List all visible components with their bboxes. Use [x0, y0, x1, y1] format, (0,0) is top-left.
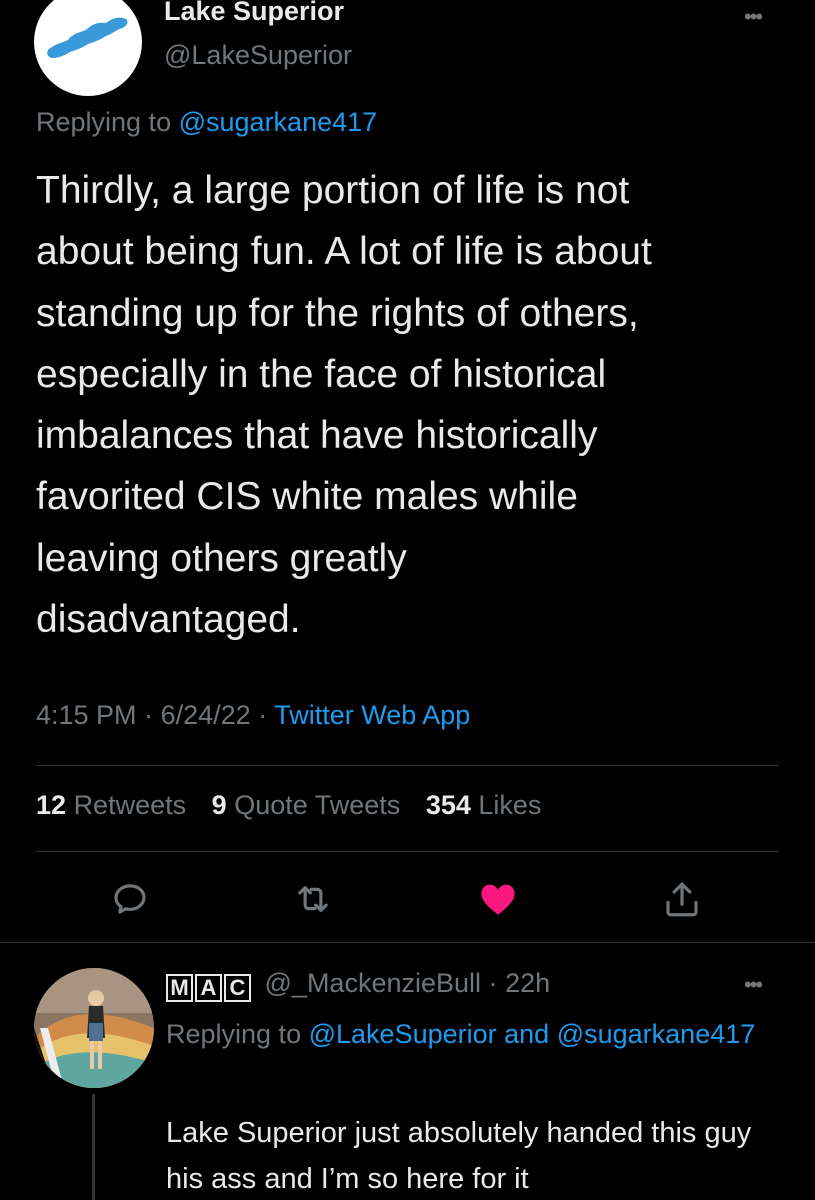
- thread-line: [92, 1094, 95, 1200]
- replying-to: Replying to @sugarkane417: [36, 107, 377, 138]
- divider: [36, 851, 779, 852]
- more-dots-icon[interactable]: •••: [744, 4, 763, 30]
- avatar-photo: [34, 968, 154, 1088]
- likes-label: Likes: [478, 790, 542, 820]
- meta-separator: ·: [144, 700, 154, 730]
- retweets-label: Retweets: [73, 790, 187, 820]
- mention-and: and: [504, 1019, 550, 1049]
- mac-logo-icon: MAC: [166, 974, 251, 1002]
- user-handle[interactable]: @LakeSuperior: [164, 40, 352, 71]
- retweets-count: 12: [36, 790, 67, 820]
- mention-link[interactable]: @sugarkane417: [179, 107, 378, 137]
- reply-time[interactable]: 22h: [505, 968, 550, 998]
- reply-header: MAC @_MackenzieBull · 22h: [166, 968, 550, 1002]
- replying-prefix: Replying to: [36, 107, 172, 137]
- meta-separator: ·: [488, 968, 498, 998]
- tweet-text: Thirdly, a large portion of life is not …: [36, 169, 652, 642]
- tweet-stats: 12 Retweets 9 Quote Tweets 354 Likes: [36, 790, 541, 821]
- retweet-icon: [298, 886, 328, 912]
- mention-link[interactable]: @sugarkane417: [557, 1019, 756, 1049]
- replying-prefix: Replying to: [166, 1019, 302, 1049]
- quotes-count: 9: [211, 790, 227, 820]
- retweet-button[interactable]: [289, 875, 337, 923]
- reply-handle[interactable]: @_MackenzieBull: [265, 968, 482, 998]
- reply-button[interactable]: [106, 875, 154, 923]
- likes-count: 354: [425, 790, 471, 820]
- divider: [36, 765, 779, 766]
- share-button[interactable]: [658, 875, 706, 923]
- share-icon: [666, 882, 698, 917]
- logo-letter: A: [195, 974, 222, 1002]
- meta-separator: ·: [258, 700, 268, 730]
- tweet-date[interactable]: 6/24/22: [161, 700, 251, 730]
- reply-avatar[interactable]: [34, 968, 154, 1088]
- logo-letter: M: [166, 974, 193, 1002]
- tweet-meta: 4:15 PM · 6/24/22 · Twitter Web App: [36, 700, 470, 731]
- tweet-source[interactable]: Twitter Web App: [274, 700, 470, 730]
- more-dots-icon[interactable]: •••: [744, 972, 763, 998]
- quotes-stat[interactable]: 9 Quote Tweets: [212, 790, 401, 820]
- logo-letter: C: [224, 974, 251, 1002]
- heart-icon: [481, 884, 515, 915]
- reply-text: Lake Superior just absolutely handed thi…: [166, 1117, 752, 1195]
- reply-replying-to: Replying to @LakeSuperior and @sugarkane…: [166, 1011, 766, 1057]
- like-button[interactable]: [474, 875, 522, 923]
- retweets-stat[interactable]: 12 Retweets: [36, 790, 186, 820]
- reply-icon: [114, 884, 146, 914]
- display-name[interactable]: Lake Superior: [164, 0, 344, 27]
- tweet-time[interactable]: 4:15 PM: [36, 700, 137, 730]
- likes-stat[interactable]: 354 Likes: [426, 790, 542, 820]
- mention-link[interactable]: @LakeSuperior: [309, 1019, 497, 1049]
- avatar[interactable]: [34, 0, 142, 96]
- quotes-label: Quote Tweets: [234, 790, 401, 820]
- divider: [0, 942, 815, 943]
- lake-superior-map-icon: [47, 17, 128, 58]
